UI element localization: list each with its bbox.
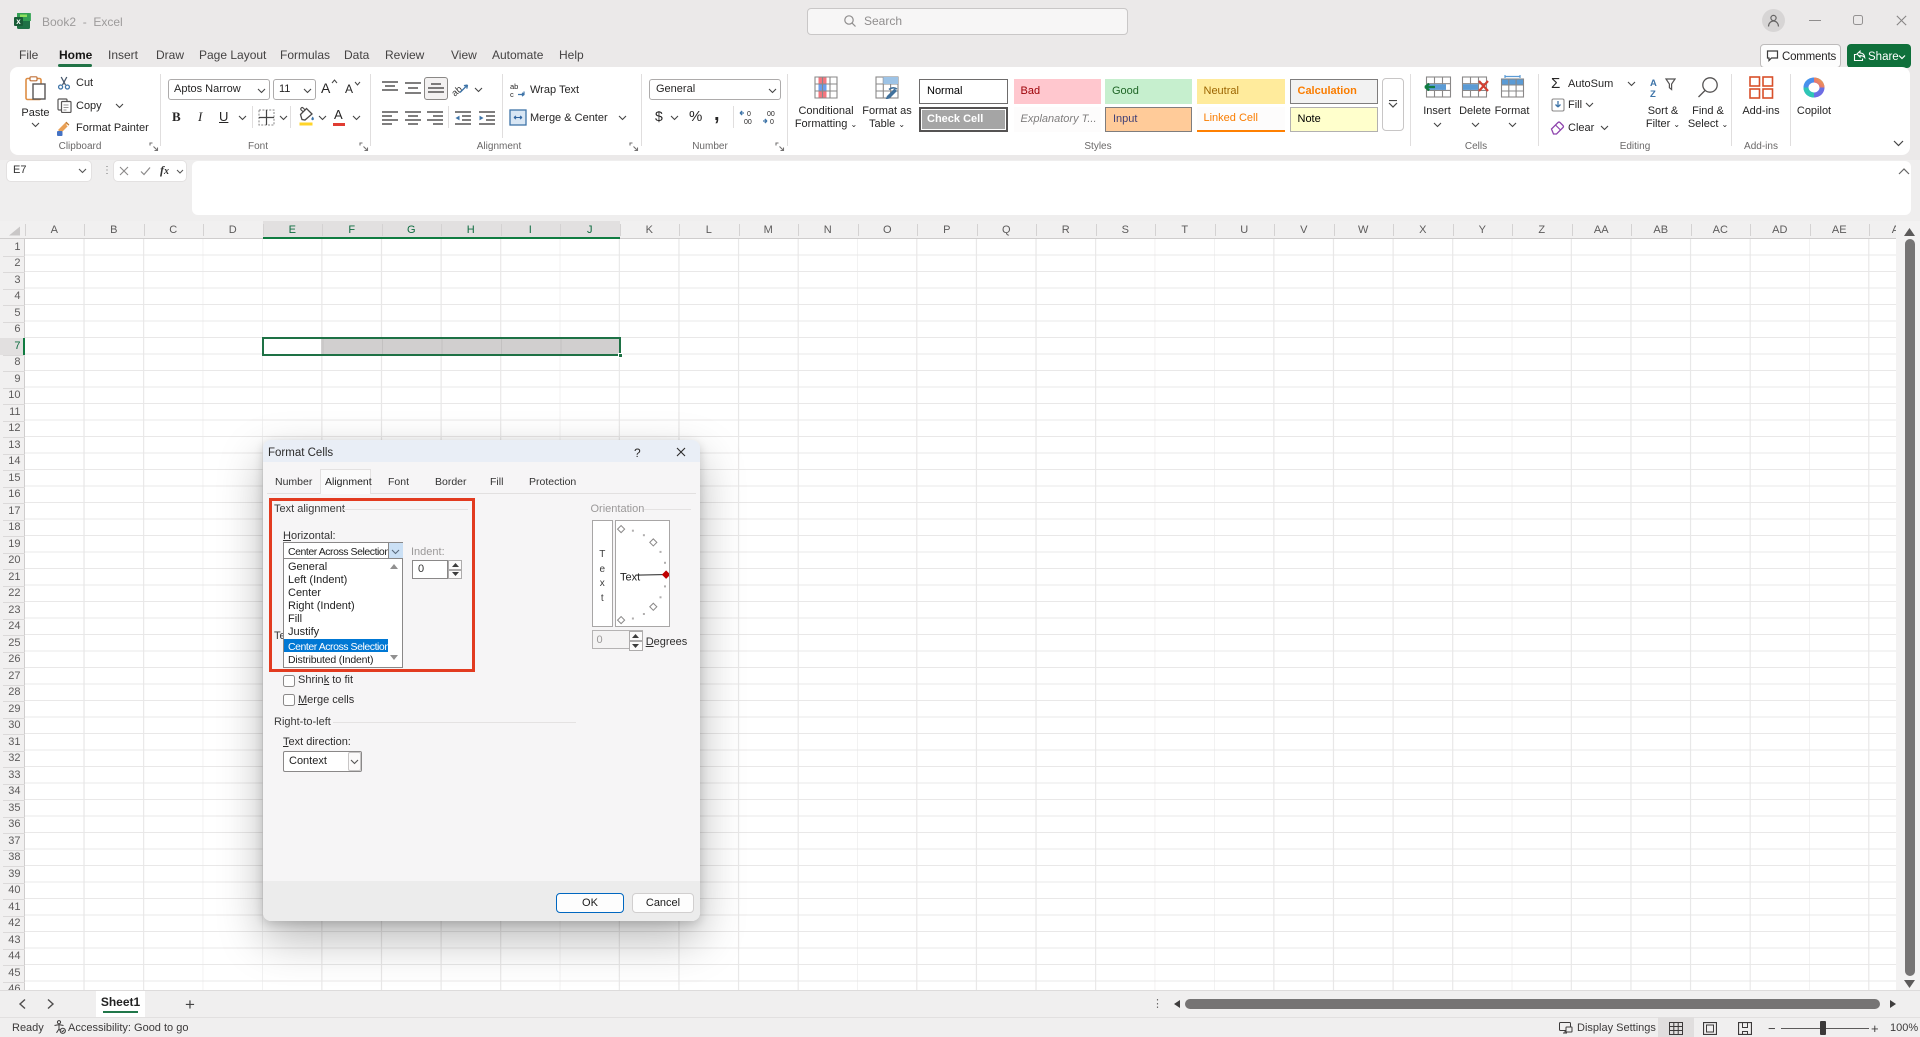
svg-text:0: 0 [770,119,774,125]
svg-text:Z: Z [1650,89,1656,98]
svg-text:Text: Text [620,572,640,584]
svg-text:00: 00 [744,119,752,125]
svg-text:c: c [510,90,514,98]
svg-text:0: 0 [747,111,751,118]
svg-text:x: x [16,17,21,26]
svg-text:00: 00 [767,111,775,118]
svg-text:A: A [1650,78,1657,89]
